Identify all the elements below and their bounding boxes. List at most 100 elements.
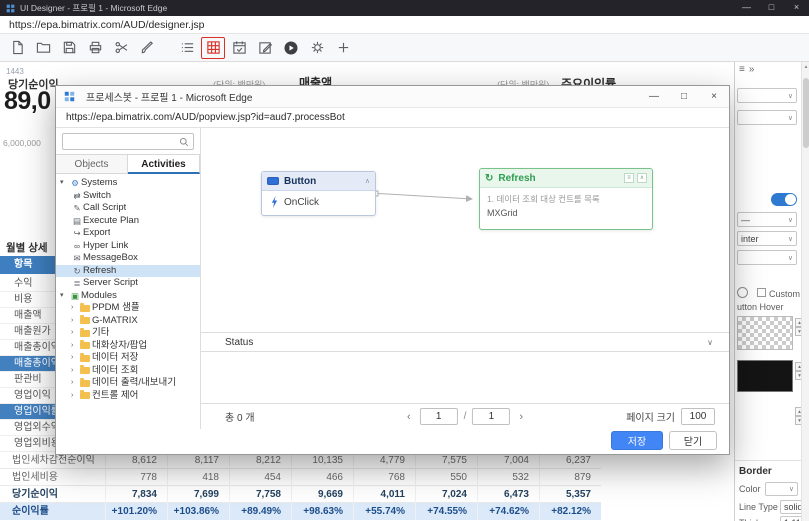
collapse-panel-icon[interactable]: » — [749, 64, 759, 75]
tree-folder-gmatrix[interactable]: › G-MATRIX — [56, 315, 200, 328]
messagebox-icon: ✉ — [73, 253, 81, 263]
tree-folder-data-query[interactable]: › 데이터 조회 — [56, 365, 200, 378]
current-page-input[interactable]: 1 — [419, 408, 458, 425]
property-dropdown[interactable]: — ∨ — [737, 212, 797, 227]
page-size-label: 페이지 크기 — [626, 413, 675, 424]
bolt-icon — [270, 196, 279, 208]
total-count-label: 총 0 개 — [225, 413, 255, 424]
button-node-header[interactable]: Button ∧ — [262, 172, 375, 191]
collapse-icon[interactable]: ∧ — [637, 173, 647, 183]
property-dropdown[interactable]: ∨ — [737, 88, 797, 103]
prev-page-button[interactable]: ‹ — [404, 411, 414, 423]
scrollbar-thumb[interactable] — [803, 78, 809, 148]
page-size-input[interactable]: 100 — [681, 408, 715, 425]
tree-node-systems[interactable]: ▾ ⚙ Systems — [56, 177, 200, 190]
next-page-button[interactable]: › — [516, 411, 526, 423]
maximize-button[interactable]: □ — [759, 0, 784, 16]
chevron-down-icon[interactable]: ∨ — [707, 338, 713, 347]
tree-folder-ppdm[interactable]: › PPDM 샘플 — [56, 302, 200, 315]
tree-folder-data-save[interactable]: › 데이터 저장 — [56, 352, 200, 365]
black-color-swatch[interactable] — [737, 360, 793, 392]
menu-icon[interactable]: ≡ — [739, 64, 749, 75]
expander-icon: › — [71, 304, 74, 311]
expander-icon: › — [71, 366, 74, 374]
save-icon[interactable] — [57, 37, 81, 59]
refresh-node-header[interactable]: ↻ Refresh ≡ ∧ — [480, 169, 652, 188]
color-label: Color — [739, 484, 761, 494]
activity-tree: ▾ ⚙ Systems ⇄ Switch ✎ Call Script ▤ Execute … — [56, 174, 200, 402]
calendar-check-icon[interactable] — [227, 37, 251, 59]
tree-item-export[interactable]: ↪ Export — [56, 227, 200, 240]
expander-icon: › — [71, 354, 74, 361]
close-button[interactable]: × — [784, 0, 809, 16]
dialog-titlebar[interactable]: 프로세스봇 - 프로필 1 - Microsoft Edge — □ × — [56, 86, 729, 108]
tree-item-execute-plan[interactable]: ▤ Execute Plan — [56, 215, 200, 228]
transparent-color-swatch[interactable] — [737, 316, 793, 350]
custom-label: Custom — [769, 289, 801, 299]
refresh-node[interactable]: ↻ Refresh ≡ ∧ 1. 데이터 조회 대상 컨트롤 목록 MXGrid — [479, 168, 653, 230]
search-input[interactable] — [63, 136, 179, 147]
property-dropdown[interactable]: ∨ — [737, 110, 797, 125]
tree-node-modules[interactable]: ▾ ▣ Modules — [56, 290, 200, 303]
onclick-event-label[interactable]: OnClick — [284, 197, 319, 208]
tree-item-server-script[interactable]: ≣ Server Script — [56, 277, 200, 290]
tab-objects[interactable]: Objects — [56, 154, 128, 174]
scrollbar-up-icon[interactable]: ▴ — [802, 64, 809, 70]
tree-folder-dialog-popup[interactable]: › 대화상자/팝업 — [56, 340, 200, 353]
folder-icon — [80, 365, 92, 375]
flow-canvas[interactable]: Button ∧ OnClick ↻ Refresh ≡ ∧ 1. 데이터 조회… — [201, 128, 729, 332]
chevron-down-icon: ∨ — [788, 486, 794, 493]
dialog-maximize-button[interactable]: □ — [669, 86, 699, 108]
tree-item-hyper-link[interactable]: ∞ Hyper Link — [56, 240, 200, 253]
switch-icon: ⇄ — [73, 190, 81, 201]
expander-icon: › — [71, 316, 74, 324]
settings-gear-icon[interactable] — [305, 37, 329, 59]
folder-icon — [80, 315, 92, 325]
page-divider: / — [463, 411, 467, 422]
new-document-icon[interactable] — [5, 37, 29, 59]
collapse-icon[interactable]: ∧ — [365, 177, 370, 185]
call-script-icon: ✎ — [73, 203, 81, 213]
tree-folder-data-export[interactable]: › 데이터 출력/내보내기 — [56, 377, 200, 390]
add-plus-icon[interactable] — [331, 37, 355, 59]
save-button[interactable]: 저장 — [611, 431, 663, 450]
table-row: 법인세비용 778 418 454 466 768 550 532 879 — [0, 469, 601, 486]
tree-item-messagebox[interactable]: ✉ MessageBox — [56, 252, 200, 265]
align-dropdown[interactable]: inter ∨ — [737, 231, 797, 246]
edit-pencil-icon[interactable] — [253, 37, 277, 59]
screen: UI Designer - 프로필 1 - Microsoft Edge — □… — [0, 0, 809, 521]
minimize-button[interactable]: — — [734, 0, 759, 16]
list-view-icon[interactable] — [175, 37, 199, 59]
tree-item-switch[interactable]: ⇄ Switch — [56, 190, 200, 203]
refresh-icon: ↻ — [485, 172, 494, 184]
tree-folder-etc[interactable]: › 기타 — [56, 327, 200, 340]
refresh-icon: ↻ — [73, 265, 81, 276]
button-node[interactable]: Button ∧ OnClick — [261, 171, 376, 216]
custom-checkbox[interactable] — [757, 288, 766, 298]
open-folder-icon[interactable] — [31, 37, 55, 59]
tab-activities[interactable]: Activities — [128, 154, 200, 174]
dialog-minimize-button[interactable]: — — [639, 86, 669, 108]
border-color-dropdown[interactable]: ∨ — [765, 482, 798, 496]
address-bar[interactable]: https://epa.bimatrix.com/AUD/designer.js… — [0, 16, 809, 34]
run-play-icon[interactable] — [279, 37, 303, 59]
radio-button[interactable] — [737, 287, 748, 299]
close-button[interactable]: 닫기 — [669, 431, 717, 450]
dialog-close-button[interactable]: × — [699, 86, 729, 108]
tree-folder-control[interactable]: › 컨트롤 제어 — [56, 390, 200, 403]
cut-icon[interactable] — [109, 37, 133, 59]
activities-panel: Objects Activities ▾ ⚙ Systems ⇄ Switch ✎ Ca… — [56, 128, 201, 429]
grid-tool-active-icon[interactable] — [201, 36, 225, 59]
format-brush-icon[interactable] — [135, 37, 159, 59]
tree-search[interactable] — [62, 133, 194, 150]
dialog-address-bar: https://epa.bimatrix.com/AUD/popview.jsp… — [56, 108, 729, 128]
print-icon[interactable] — [83, 37, 107, 59]
status-section-header[interactable]: Status ∨ — [201, 332, 729, 352]
property-dropdown[interactable]: ∨ — [737, 250, 797, 265]
tree-item-refresh-selected[interactable]: ↻ Refresh — [56, 264, 200, 277]
tree-item-call-script[interactable]: ✎ Call Script — [56, 202, 200, 215]
expander-icon: › — [71, 329, 74, 336]
scrollbar[interactable]: ▴ — [801, 62, 809, 521]
toggle-switch-on[interactable] — [771, 193, 797, 206]
node-menu-icon[interactable]: ≡ — [624, 173, 634, 183]
